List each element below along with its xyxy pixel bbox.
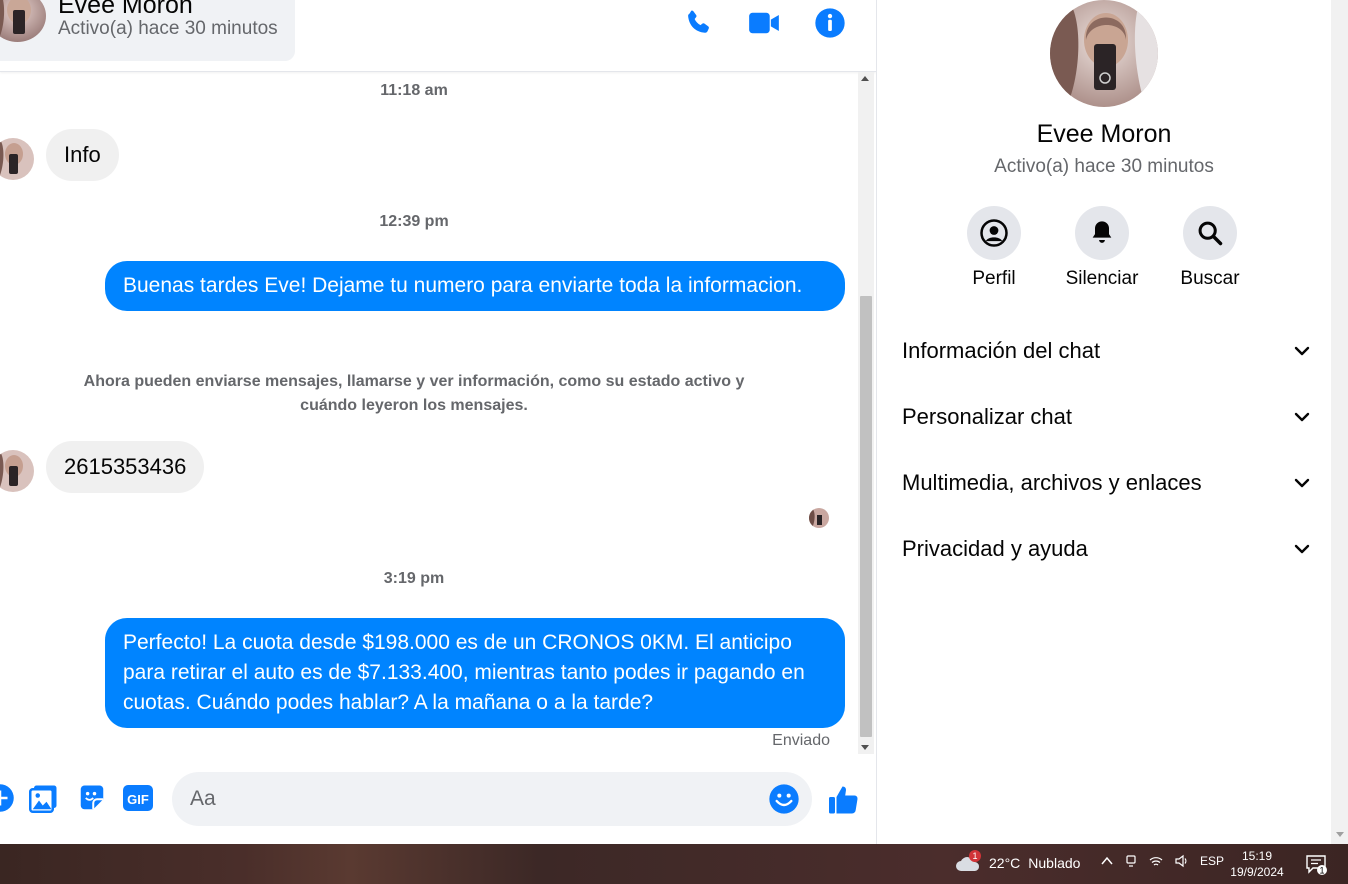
chevron-down-icon xyxy=(1294,346,1310,356)
section-label: Multimedia, archivos y enlaces xyxy=(902,470,1202,495)
weather-temperature: 22°C xyxy=(989,855,1021,871)
taskbar-clock[interactable]: 15:19 19/9/2024 xyxy=(1226,848,1288,880)
timestamp: 12:39 pm xyxy=(379,213,449,230)
section-chat-info[interactable]: Información del chat xyxy=(902,331,1312,371)
notification-count: 1 xyxy=(1319,866,1324,876)
header-actions xyxy=(682,6,846,40)
profile-button[interactable]: Perfil xyxy=(934,206,1054,290)
search-icon xyxy=(1198,221,1223,246)
outgoing-message[interactable]: Buenas tardes Eve! Dejame tu numero para… xyxy=(105,261,845,311)
bell-icon xyxy=(1092,221,1112,243)
section-customize-chat[interactable]: Personalizar chat xyxy=(902,397,1312,437)
system-notice: Ahora pueden enviarse mensajes, llamarse… xyxy=(83,373,745,414)
timestamp: 11:18 am xyxy=(380,82,448,99)
profile-label: Perfil xyxy=(972,268,1016,289)
volume-icon[interactable] xyxy=(1174,854,1190,868)
video-call-button[interactable] xyxy=(748,6,780,40)
cloud-icon: 1 xyxy=(955,850,981,874)
message-input[interactable] xyxy=(190,772,760,826)
contact-avatar[interactable] xyxy=(0,0,46,42)
system-tray: ESP xyxy=(1100,854,1224,868)
call-button[interactable] xyxy=(682,6,714,40)
gif-label: GIF xyxy=(127,792,149,807)
more-actions-button[interactable] xyxy=(0,782,16,814)
weather-badge: 1 xyxy=(969,850,981,862)
message-avatar[interactable] xyxy=(0,450,34,492)
section-label: Información del chat xyxy=(902,338,1101,363)
gif-button[interactable]: GIF xyxy=(122,782,154,814)
meet-now-icon[interactable] xyxy=(1124,854,1138,868)
gif-icon: GIF xyxy=(123,785,153,811)
timestamp: 3:19 pm xyxy=(383,570,445,587)
attach-photo-button[interactable] xyxy=(28,782,60,814)
panel-contact-name: Evee Moron xyxy=(1036,120,1172,148)
clock-time: 15:19 xyxy=(1241,849,1273,863)
thumbs-up-icon xyxy=(829,786,858,814)
section-label: Personalizar chat xyxy=(902,404,1072,429)
search-label: Buscar xyxy=(1180,268,1240,289)
language-indicator[interactable]: ESP xyxy=(1200,854,1224,868)
page-scrollbar[interactable] xyxy=(1331,0,1348,844)
search-button[interactable]: Buscar xyxy=(1150,206,1270,290)
contact-header[interactable]: Evee Moron Activo(a) hace 30 minutos xyxy=(0,0,295,61)
weather-description: Nublado xyxy=(1028,855,1081,871)
scroll-down-arrow-icon[interactable] xyxy=(861,745,869,750)
page-scroll-down-arrow-icon[interactable] xyxy=(1336,832,1344,837)
section-media-files-links[interactable]: Multimedia, archivos y enlaces xyxy=(902,463,1312,503)
chevron-up-icon[interactable] xyxy=(1100,854,1114,868)
emoji-button[interactable] xyxy=(768,783,800,815)
search-button-circle xyxy=(1183,206,1237,260)
message-list[interactable]: 11:18 am Info 12:39 pm Buenas tardes Eve… xyxy=(0,72,858,754)
contact-name[interactable]: Evee Moron xyxy=(58,0,193,20)
chat-details-panel: Evee Moron Activo(a) hace 30 minutos Per… xyxy=(877,0,1331,844)
seen-receipt-avatar xyxy=(809,508,829,528)
outgoing-message[interactable]: Perfecto! La cuota desde $198.000 es de … xyxy=(105,618,845,728)
photo-gallery-icon xyxy=(29,785,57,813)
windows-taskbar: 1 22°C Nublado ESP 15:19 19/9/2024 1 xyxy=(0,844,1348,884)
messenger-window: Evee Moron Activo(a) hace 30 minutos 11:… xyxy=(0,0,1348,884)
message-scrollbar[interactable] xyxy=(858,72,874,754)
mute-label: Silenciar xyxy=(1065,268,1139,289)
emoji-icon xyxy=(769,784,799,814)
video-call-icon xyxy=(749,12,779,34)
incoming-message[interactable]: Info xyxy=(46,129,119,181)
section-privacy-help[interactable]: Privacidad y ayuda xyxy=(902,529,1312,569)
panel-contact-avatar[interactable] xyxy=(1050,0,1158,107)
scroll-thumb[interactable] xyxy=(860,296,872,737)
chat-header: Evee Moron Activo(a) hace 30 minutos xyxy=(0,0,876,72)
weather-widget[interactable]: 1 22°C Nublado xyxy=(955,850,1081,874)
sticker-button[interactable] xyxy=(76,782,108,814)
chevron-down-icon xyxy=(1294,544,1310,554)
plus-circle-icon xyxy=(0,784,14,812)
phone-icon xyxy=(688,10,709,33)
incoming-message[interactable]: 2615353436 xyxy=(46,441,205,493)
sent-status: Enviado xyxy=(772,732,830,749)
clock-date: 19/9/2024 xyxy=(1230,865,1284,879)
message-input-box[interactable] xyxy=(172,772,812,826)
scroll-up-arrow-icon[interactable] xyxy=(861,76,869,81)
chevron-down-icon xyxy=(1294,412,1310,422)
mute-button-circle xyxy=(1075,206,1129,260)
contact-status: Activo(a) hace 30 minutos xyxy=(58,18,278,39)
wifi-icon[interactable] xyxy=(1148,854,1164,868)
composer: GIF xyxy=(0,756,876,844)
panel-contact-status: Activo(a) hace 30 minutos xyxy=(994,156,1214,177)
notification-icon: 1 xyxy=(1306,855,1327,876)
section-label: Privacidad y ayuda xyxy=(902,536,1088,561)
mute-button[interactable]: Silenciar xyxy=(1042,206,1162,290)
notification-center-button[interactable]: 1 xyxy=(1305,854,1329,876)
chevron-down-icon xyxy=(1294,478,1310,488)
info-icon xyxy=(815,8,845,38)
message-avatar[interactable] xyxy=(0,138,34,180)
info-button[interactable] xyxy=(814,6,846,40)
profile-button-circle xyxy=(967,206,1021,260)
sticker-icon xyxy=(80,785,104,810)
profile-icon xyxy=(980,219,1008,247)
like-button[interactable] xyxy=(826,782,862,818)
